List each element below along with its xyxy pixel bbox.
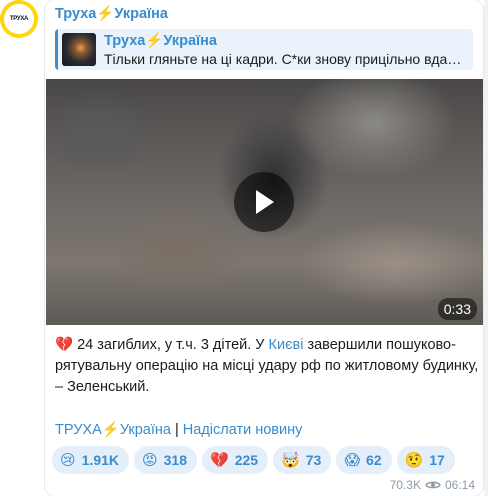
eye-icon [425, 481, 441, 489]
message-meta: 70.3K 06:14 [390, 478, 475, 492]
mind-blown-icon: 🤯 [281, 452, 300, 469]
reaction-count: 225 [234, 452, 259, 468]
message-bubble: Труха⚡️Україна Труха⚡️Україна Тільки гля… [45, 0, 483, 496]
crying-face-icon: 😢 [60, 452, 76, 469]
reply-accent-bar [55, 29, 58, 70]
footer-links: ТРУХА⚡️Україна | Надіслати новину [55, 421, 302, 438]
broken-heart-icon: 💔 [210, 452, 229, 469]
reaction-count: 62 [365, 452, 382, 468]
reaction-raised-eyebrow[interactable]: 🤨 17 [396, 446, 455, 474]
kyiv-link[interactable]: Києві [269, 337, 304, 353]
channel-avatar[interactable]: ТРУХА [0, 0, 38, 38]
channel-link[interactable]: ТРУХА⚡️Україна [55, 422, 171, 438]
broken-heart-emoji: 💔 [55, 337, 74, 353]
reaction-count: 1.91K [81, 452, 119, 468]
reply-thumbnail [62, 33, 96, 66]
reply-text: Тільки гляньте на ці кадри. С*ки знову п… [104, 51, 466, 67]
raised-eyebrow-icon: 🤨 [404, 452, 424, 469]
reaction-broken-heart[interactable]: 💔 225 [202, 446, 269, 474]
video-duration: 0:33 [437, 298, 477, 320]
views-count: 70.3K [389, 478, 421, 492]
channel-name[interactable]: Труха⚡️Україна [55, 5, 168, 22]
video-preview[interactable]: 0:33 [46, 79, 483, 325]
footer-separator: | [170, 422, 183, 438]
reply-title: Труха⚡️Україна [104, 33, 217, 49]
message-text-part1: 24 загиблих, у т.ч. 3 дітей. У [73, 337, 269, 353]
avatar-logo: ТРУХА [4, 4, 34, 34]
reaction-mind-blown[interactable]: 🤯 73 [273, 446, 332, 474]
play-button[interactable] [234, 172, 294, 232]
play-icon [256, 190, 274, 214]
reaction-angry[interactable]: 😡 318 [134, 446, 197, 474]
reactions-bar: 😢 1.91K 😡 318 💔 225 🤯 73 😱 62 🤨 17 [52, 446, 455, 474]
reaction-count: 73 [305, 452, 322, 468]
message-time: 06:14 [444, 478, 475, 492]
message-text: 💔 24 загиблих, у т.ч. 3 дітей. У Києві з… [55, 335, 479, 398]
reaction-count: 318 [163, 452, 187, 468]
angry-face-icon: 😡 [142, 452, 158, 469]
reply-preview[interactable]: Труха⚡️Україна Тільки гляньте на ці кадр… [55, 29, 473, 70]
scrollbar[interactable] [484, 0, 488, 496]
reaction-crying[interactable]: 😢 1.91K [52, 446, 129, 474]
screaming-face-icon: 😱 [344, 452, 360, 469]
send-news-link[interactable]: Надіслати новину [183, 422, 303, 438]
reaction-count: 17 [429, 452, 445, 468]
reaction-screaming[interactable]: 😱 62 [336, 446, 392, 474]
